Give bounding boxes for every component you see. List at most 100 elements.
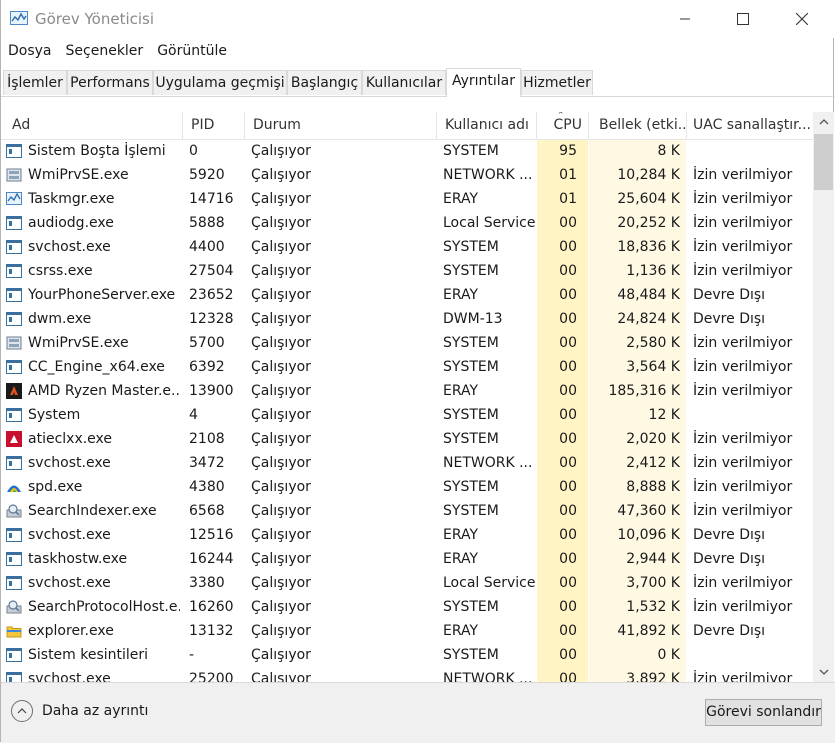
process-cpu: 00 — [559, 263, 577, 279]
process-uac: İzin verilmiyor — [693, 239, 793, 255]
process-status: Çalışıyor — [251, 551, 311, 567]
process-uac: İzin verilmiyor — [693, 335, 793, 351]
process-cpu: 00 — [559, 599, 577, 615]
process-cpu: 00 — [559, 671, 577, 682]
maximize-button[interactable] — [720, 0, 766, 38]
menu-file[interactable]: Dosya — [1, 40, 59, 62]
vertical-scrollbar[interactable] — [813, 112, 834, 682]
tab-details[interactable]: Ayrıntılar — [446, 68, 521, 97]
process-memory: 20,252 K — [617, 215, 680, 231]
process-status: Çalışıyor — [251, 359, 311, 375]
table-row[interactable]: dwm.exe 12328 Çalışıyor DWM-13 00 24,824 K Dev… — [1, 307, 813, 331]
table-row[interactable]: explorer.exe 13132 Çalışıyor ERAY 00 41,892 K… — [1, 619, 813, 643]
tab-startup[interactable]: Başlangıç — [287, 70, 362, 95]
column-header-memory[interactable]: Bellek (etki... — [589, 112, 687, 139]
process-memory: 0 K — [657, 647, 680, 663]
process-status: Çalışıyor — [251, 671, 311, 682]
process-memory: 3,700 K — [626, 575, 680, 591]
column-header-username[interactable]: Kullanıcı adı — [437, 112, 537, 139]
title-bar: Görev Yöneticisi — [1, 0, 835, 38]
process-status: Çalışıyor — [251, 431, 311, 447]
task-manager-icon — [10, 11, 28, 26]
explorer-icon — [6, 623, 22, 639]
process-uac — [693, 643, 811, 667]
column-header-name[interactable]: Ad — [1, 112, 183, 139]
process-pid: 5888 — [189, 215, 225, 231]
fewer-details-toggle[interactable]: Daha az ayrıntı — [11, 700, 148, 722]
column-header-pid[interactable]: PID — [183, 112, 245, 139]
tab-processes[interactable]: İşlemler — [3, 70, 67, 95]
process-name: YourPhoneServer.exe — [28, 287, 176, 303]
search-indexer-icon — [6, 599, 22, 615]
process-pid: 16244 — [189, 551, 234, 567]
scroll-up-arrow-icon[interactable] — [813, 112, 834, 132]
table-row[interactable]: SearchProtocolHost.e... 16260 Çalışıyor SYS… — [1, 595, 813, 619]
process-memory: 8 K — [657, 143, 680, 159]
process-pid: 0 — [189, 143, 198, 159]
table-row[interactable]: System 4 Çalışıyor SYSTEM 00 12 K — [1, 403, 813, 427]
process-uac: Devre Dışı — [693, 551, 766, 567]
process-status: Çalışıyor — [251, 383, 311, 399]
table-row[interactable]: svchost.exe 25200 Çalışıyor NETWORK ... 00 3,… — [1, 667, 813, 682]
table-row[interactable]: taskhostw.exe 16244 Çalışıyor ERAY 00 2,944 K… — [1, 547, 813, 571]
process-cpu: 00 — [559, 551, 577, 567]
table-row[interactable]: csrss.exe 27504 Çalışıyor SYSTEM 00 1,136 K İz… — [1, 259, 813, 283]
table-row[interactable]: WmiPrvSE.exe 5920 Çalışıyor NETWORK ... 01 10… — [1, 163, 813, 187]
process-pid: 6392 — [189, 359, 225, 375]
close-button[interactable] — [779, 0, 825, 38]
window-icon — [6, 311, 22, 327]
table-row[interactable]: Taskmgr.exe 14716 Çalışıyor ERAY 01 25,604 K İ… — [1, 187, 813, 211]
table-row[interactable]: AMD Ryzen Master.e... 13900 Çalışıyor ERAY 0… — [1, 379, 813, 403]
table-row[interactable]: svchost.exe 12516 Çalışıyor ERAY 00 10,096 K D… — [1, 523, 813, 547]
process-cpu: 00 — [559, 575, 577, 591]
process-cpu: 00 — [559, 359, 577, 375]
process-cpu: 00 — [559, 623, 577, 639]
minimize-button[interactable] — [662, 0, 708, 38]
scroll-down-arrow-icon[interactable] — [813, 662, 834, 682]
table-row[interactable]: CC_Engine_x64.exe 6392 Çalışıyor SYSTEM 00 3,… — [1, 355, 813, 379]
table-row[interactable]: Sistem Boşta İşlemi 0 Çalışıyor SYSTEM 95 8 K — [1, 139, 813, 163]
menu-view[interactable]: Görüntüle — [150, 40, 234, 62]
window-icon — [6, 527, 22, 543]
scrollbar-thumb[interactable] — [814, 134, 833, 190]
process-pid: 13132 — [189, 623, 234, 639]
process-username: NETWORK ... — [443, 455, 533, 471]
process-memory: 1,532 K — [626, 599, 680, 615]
end-task-button[interactable]: Görevi sonlandır — [705, 699, 822, 726]
tab-services[interactable]: Hizmetler — [521, 70, 593, 95]
menu-options[interactable]: Seçenekler — [59, 40, 151, 62]
column-header-uac[interactable]: UAC sanallaştır... — [687, 112, 813, 139]
process-pid: 16260 — [189, 599, 234, 615]
process-uac: İzin verilmiyor — [693, 383, 793, 399]
process-memory: 2,944 K — [626, 551, 680, 567]
table-row[interactable]: atieclxx.exe 2108 Çalışıyor SYSTEM 00 2,020 K… — [1, 427, 813, 451]
table-row[interactable]: Sistem kesintileri - Çalışıyor SYSTEM 00 0 K — [1, 643, 813, 667]
footer-bar: Daha az ayrıntı Görevi sonlandır — [1, 682, 835, 743]
process-username: SYSTEM — [443, 263, 499, 279]
process-pid: 25200 — [189, 671, 234, 682]
table-row[interactable]: spd.exe 4380 Çalışıyor SYSTEM 00 8,888 K İzin … — [1, 475, 813, 499]
process-status: Çalışıyor — [251, 335, 311, 351]
tab-users[interactable]: Kullanıcılar — [362, 70, 446, 95]
table-row[interactable]: SearchIndexer.exe 6568 Çalışıyor SYSTEM 00 47… — [1, 499, 813, 523]
process-status: Çalışıyor — [251, 143, 311, 159]
table-row[interactable]: svchost.exe 3380 Çalışıyor Local Service 00 3… — [1, 571, 813, 595]
tab-performance[interactable]: Performans — [67, 70, 153, 95]
tab-app-history[interactable]: Uygulama geçmişi — [153, 70, 287, 95]
ryzen-icon — [6, 383, 22, 399]
table-row[interactable]: audiodg.exe 5888 Çalışıyor Local Service 00 2… — [1, 211, 813, 235]
window-icon — [6, 575, 22, 591]
process-username: NETWORK ... — [443, 671, 533, 682]
table-row[interactable]: svchost.exe 3472 Çalışıyor NETWORK ... 00 2,4… — [1, 451, 813, 475]
table-row[interactable]: YourPhoneServer.exe 23652 Çalışıyor ERAY 00 4… — [1, 283, 813, 307]
amd-icon — [6, 431, 22, 447]
menu-bar: Dosya Seçenekler Görüntüle — [1, 40, 234, 62]
process-cpu: 00 — [559, 527, 577, 543]
process-username: DWM-13 — [443, 311, 503, 327]
table-row[interactable]: svchost.exe 4400 Çalışıyor SYSTEM 00 18,836 K… — [1, 235, 813, 259]
process-memory: 10,284 K — [617, 167, 680, 183]
process-status: Çalışıyor — [251, 455, 311, 471]
column-header-status[interactable]: Durum — [245, 112, 437, 139]
taskmgr-icon — [6, 191, 22, 207]
table-row[interactable]: WmiPrvSE.exe 5700 Çalışıyor SYSTEM 00 2,580 K… — [1, 331, 813, 355]
